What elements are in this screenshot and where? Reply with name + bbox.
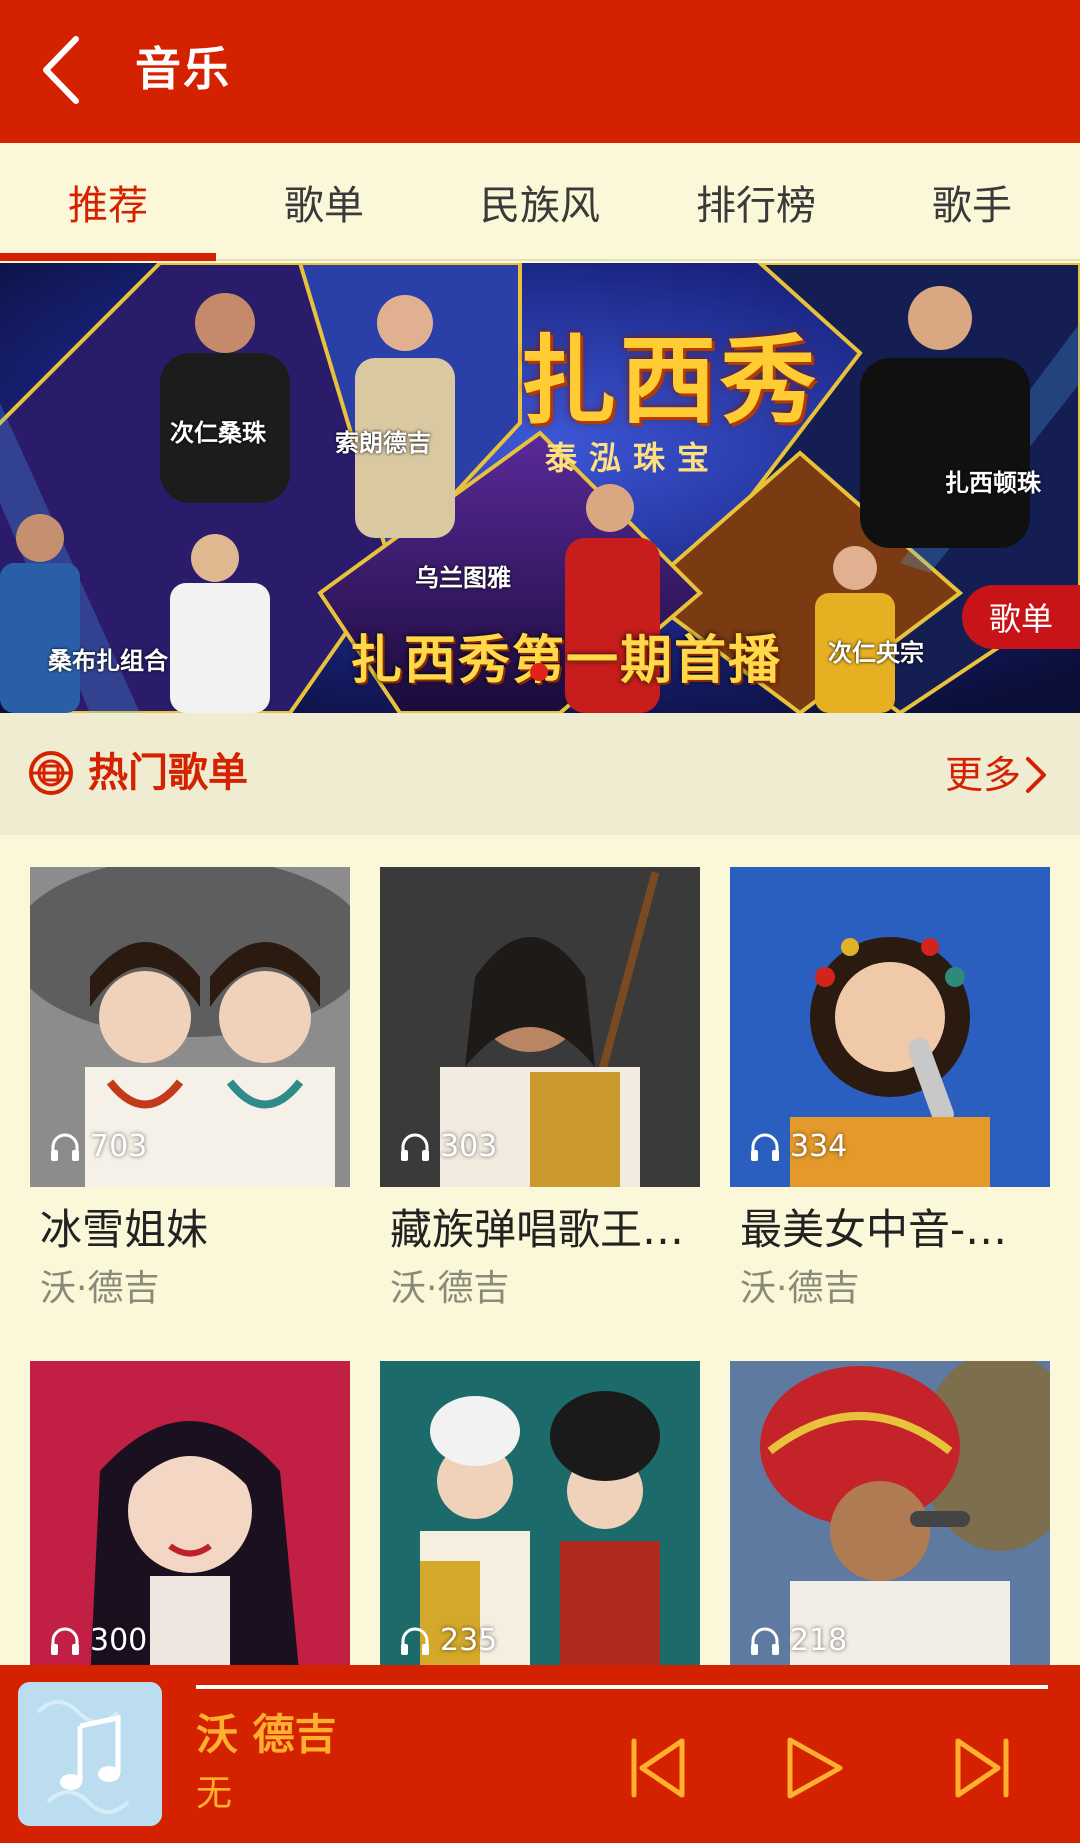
playlist-card[interactable]: 303 藏族弹唱歌王… 沃·德吉: [380, 867, 700, 1327]
section-title: 热门歌单: [88, 750, 248, 796]
play-count: 703: [48, 1129, 147, 1164]
banner-caption: 索朗德吉: [335, 429, 431, 457]
tab-bar: 推荐 歌单 民族风 排行榜 歌手: [0, 143, 1080, 261]
play-count-value: 334: [790, 1129, 848, 1164]
active-tab-indicator: [0, 253, 216, 261]
headphones-icon: [51, 1627, 79, 1655]
play-count: 303: [398, 1129, 497, 1164]
banner-caption: 乌兰图雅: [415, 564, 511, 592]
play-count: 300: [48, 1623, 147, 1658]
playlist-card[interactable]: 703 冰雪姐妹 沃·德吉: [30, 867, 350, 1327]
tab-playlists[interactable]: 歌单: [216, 143, 432, 261]
play-count-value: 235: [440, 1623, 498, 1658]
playlist-title: 藏族弹唱歌王…: [390, 1205, 685, 1254]
banner-logo-text: 扎西秀: [520, 325, 820, 437]
playlist-card[interactable]: 218: [730, 1361, 1050, 1665]
now-playing-subtitle: 无: [196, 1773, 233, 1814]
tab-charts[interactable]: 排行榜: [648, 143, 864, 261]
now-playing-title: 沃 德吉: [196, 1710, 337, 1759]
playlist-card[interactable]: 334 最美女中音-… 沃·德吉: [730, 867, 1050, 1327]
carousel-dot-active: [530, 663, 548, 681]
chevron-right-icon[interactable]: [1022, 755, 1048, 795]
music-note-icon: [18, 1682, 162, 1826]
tab-singers[interactable]: 歌手: [864, 143, 1080, 261]
headphones-icon: [401, 1133, 429, 1161]
tab-recommend[interactable]: 推荐: [0, 143, 216, 261]
mini-player: 沃 德吉 无: [0, 1665, 1080, 1843]
banner-carousel[interactable]: 扎西秀 泰泓珠宝 次仁桑珠 索朗德吉 乌兰图雅 扎西顿珠 桑布扎组合 次仁央宗 …: [0, 263, 1080, 713]
playlist-title: 冰雪姐妹: [40, 1205, 209, 1254]
more-link[interactable]: 更多: [945, 750, 1021, 800]
playlist-cover: [730, 1361, 1050, 1665]
banner-caption: 扎西顿珠: [945, 469, 1041, 497]
music-app: 音乐 推荐 歌单 民族风 排行榜 歌手 扎西秀 泰泓珠宝 次仁桑珠 索朗德吉 乌…: [0, 0, 1080, 1843]
banner-caption: 桑布扎组合: [48, 647, 168, 675]
playlist-cover: [380, 1361, 700, 1665]
play-count: 218: [748, 1623, 847, 1658]
play-count: 334: [748, 1129, 847, 1164]
banner-caption: 次仁桑珠: [170, 419, 266, 447]
app-header: 音乐: [0, 0, 1080, 143]
playlist-artist: 沃·德吉: [390, 1268, 510, 1309]
back-icon[interactable]: [38, 35, 88, 105]
playlist-cover: [30, 1361, 350, 1665]
banner-caption: 次仁央宗: [828, 639, 924, 667]
next-icon[interactable]: [952, 1735, 1012, 1801]
banner-sub-text: 泰泓珠宝: [545, 439, 722, 477]
ornament-icon: [29, 751, 73, 795]
banner-playlist-tag[interactable]: 歌单: [962, 585, 1080, 649]
tab-ethnic[interactable]: 民族风: [432, 143, 648, 261]
playlist-card[interactable]: 300: [30, 1361, 350, 1665]
play-icon[interactable]: [784, 1735, 844, 1801]
playlist-artist: 沃·德吉: [40, 1268, 160, 1309]
banner-headline: 扎西秀第一期首播: [350, 631, 783, 691]
play-count-value: 703: [90, 1129, 148, 1164]
progress-bar[interactable]: [196, 1685, 1048, 1689]
headphones-icon: [51, 1133, 79, 1161]
playlist-artist: 沃·德吉: [740, 1268, 860, 1309]
previous-icon[interactable]: [628, 1735, 688, 1801]
playlist-title: 最美女中音-…: [740, 1205, 1008, 1254]
headphones-icon: [751, 1627, 779, 1655]
headphones-icon: [401, 1627, 429, 1655]
playlist-card[interactable]: 235: [380, 1361, 700, 1665]
play-count-value: 303: [440, 1129, 498, 1164]
play-count: 235: [398, 1623, 497, 1658]
page-title: 音乐: [135, 42, 231, 96]
headphones-icon: [751, 1133, 779, 1161]
album-art[interactable]: [18, 1682, 162, 1826]
play-count-value: 300: [90, 1623, 148, 1658]
play-count-value: 218: [790, 1623, 848, 1658]
